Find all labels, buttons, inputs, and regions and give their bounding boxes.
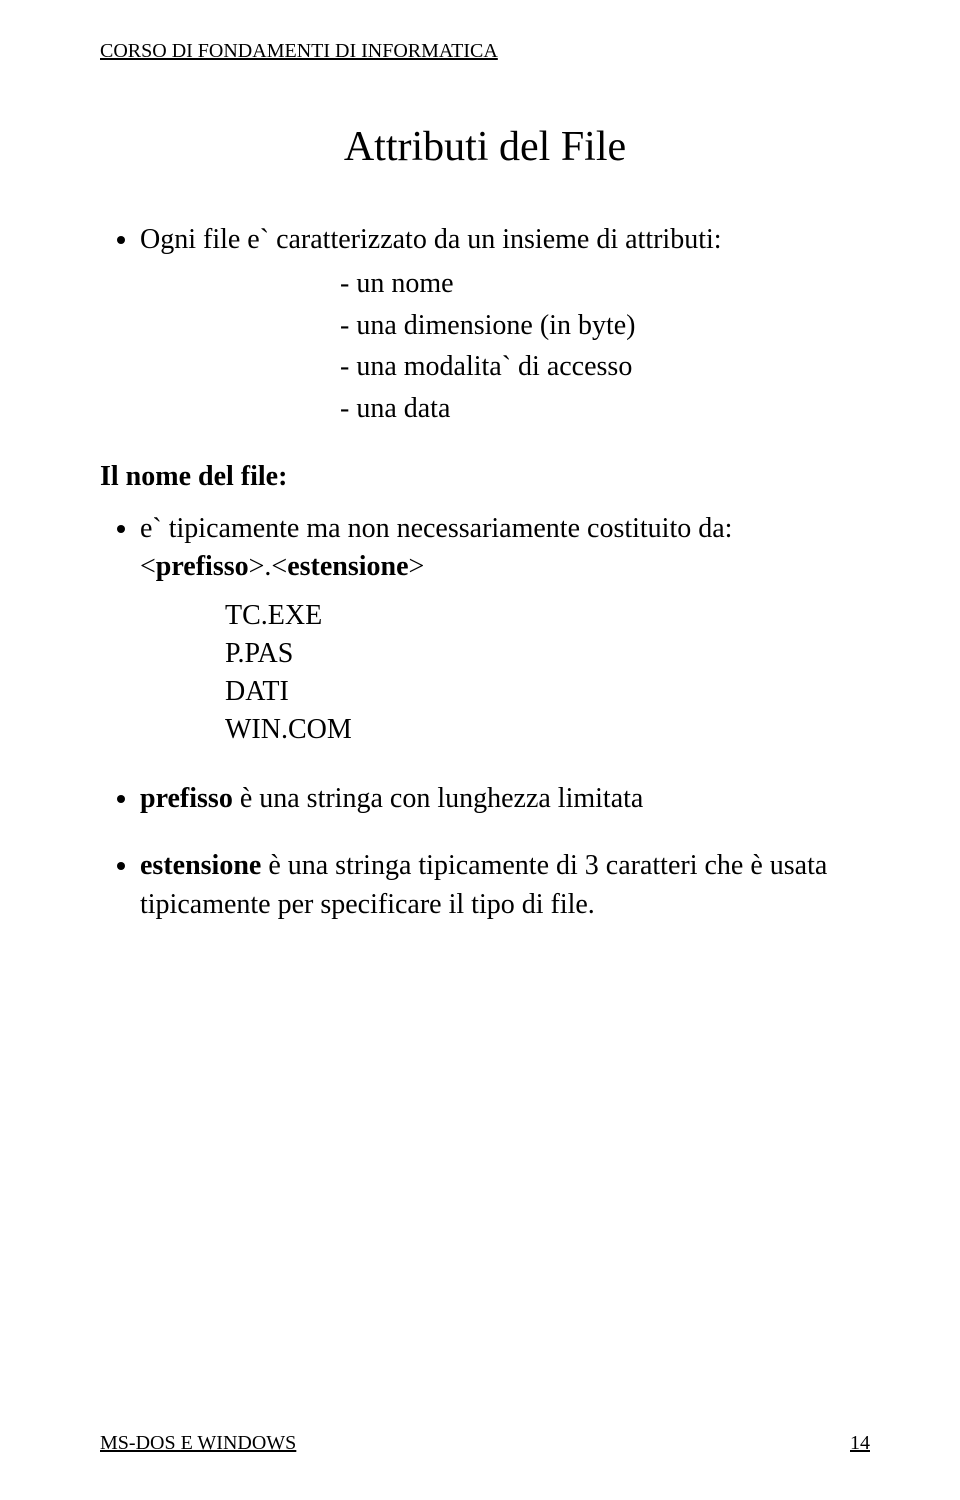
syntax-open: < [140, 551, 156, 582]
syntax-mid: >.< [249, 551, 288, 582]
filename-syntax: <prefisso>.<estensione> [140, 551, 424, 582]
filename-list: e` tipicamente ma non necessariamente co… [100, 510, 870, 749]
example-2: P.PAS [225, 635, 870, 673]
syntax-prefix: prefisso [156, 551, 249, 582]
header-text: CORSO DI FONDAMENTI DI INFORMATICA [100, 40, 870, 63]
attr-2: - una dimensione (in byte) [340, 307, 870, 345]
attributes-list: Ogni file e` caratterizzato da un insiem… [100, 221, 870, 428]
attr-4: - una data [340, 390, 870, 428]
attr-3: - una modalita` di accesso [340, 348, 870, 386]
examples: TC.EXE P.PAS DATI WIN.COM [140, 597, 870, 748]
syntax-close: > [409, 551, 425, 582]
example-3: DATI [225, 673, 870, 711]
filename-item: e` tipicamente ma non necessariamente co… [140, 510, 870, 749]
note-extension: estensione è una stringa tipicamente di … [140, 846, 870, 924]
note-prefix-bold: prefisso [140, 783, 233, 814]
page-title: Attributi del File [100, 123, 870, 171]
example-1: TC.EXE [225, 597, 870, 635]
filename-desc: e` tipicamente ma non necessariamente co… [140, 513, 732, 544]
filename-heading: Il nome del file: [100, 458, 870, 496]
footer-left: MS-DOS E WINDOWS [100, 1432, 296, 1454]
note-prefix-rest: è una stringa con lunghezza limitata [233, 783, 644, 814]
intro-item: Ogni file e` caratterizzato da un insiem… [140, 221, 870, 428]
footer: MS-DOS E WINDOWS 14 [100, 1432, 870, 1455]
notes-list: prefisso è una stringa con lunghezza lim… [100, 779, 870, 925]
body: Ogni file e` caratterizzato da un insiem… [100, 221, 870, 924]
syntax-ext: estensione [287, 551, 408, 582]
example-4: WIN.COM [225, 711, 870, 749]
page: CORSO DI FONDAMENTI DI INFORMATICA Attri… [0, 0, 960, 1500]
note-prefix: prefisso è una stringa con lunghezza lim… [140, 779, 870, 818]
attr-1: - un nome [340, 265, 870, 303]
note-ext-bold: estensione [140, 850, 261, 881]
footer-page-number: 14 [850, 1432, 870, 1455]
attributes-sublist: - un nome - una dimensione (in byte) - u… [140, 265, 870, 428]
intro-text: Ogni file e` caratterizzato da un insiem… [140, 224, 722, 255]
